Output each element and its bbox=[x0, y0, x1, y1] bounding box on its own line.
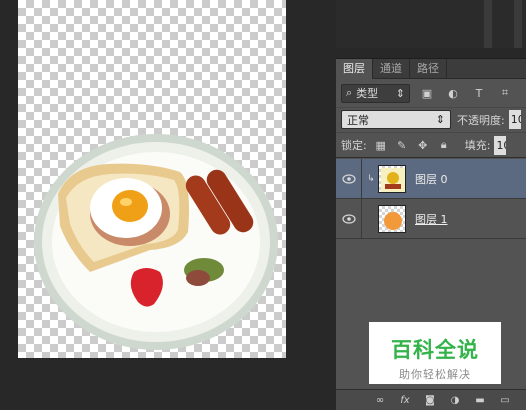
layer-style-fx-icon[interactable]: fx bbox=[397, 393, 413, 409]
layer-name[interactable]: 图层 1 bbox=[415, 211, 448, 227]
top-strip bbox=[336, 0, 526, 48]
tab-layers[interactable]: 图层 bbox=[336, 59, 373, 79]
tab-paths[interactable]: 路径 bbox=[410, 59, 447, 79]
panel-tabs: 图层 通道 路径 bbox=[336, 59, 526, 79]
layer-thumbnail bbox=[378, 164, 406, 193]
search-icon: ⌕ bbox=[346, 86, 353, 99]
layers-bottom-bar: ∞ fx ◙ ◑ ▬ ▭ bbox=[336, 389, 526, 410]
visibility-toggle[interactable] bbox=[336, 198, 362, 239]
opacity-label: 不透明度: bbox=[457, 113, 505, 127]
document-canvas[interactable] bbox=[18, 0, 286, 358]
filter-kind-select[interactable]: ⌕ 类型 ⇕ bbox=[341, 83, 410, 103]
eye-icon bbox=[341, 213, 356, 224]
fill-input[interactable]: 100% bbox=[494, 135, 507, 155]
filter-row: ⌕ 类型 ⇕ ▣ ◐ T ⌗ bbox=[336, 80, 526, 106]
pixel-filter-icon[interactable]: ▣ bbox=[418, 85, 436, 101]
watermark-subtitle: 助你轻松解决 bbox=[399, 368, 471, 381]
lock-label: 锁定: bbox=[341, 139, 367, 152]
blend-mode-select[interactable]: 正常 ⇕ bbox=[341, 110, 451, 129]
add-mask-icon[interactable]: ◙ bbox=[422, 393, 438, 409]
layer-row-layer-0[interactable]: ↳ 图层 0 bbox=[336, 158, 526, 199]
updown-arrows-icon: ⇕ bbox=[435, 113, 445, 126]
canvas-area[interactable] bbox=[0, 0, 336, 410]
eye-icon bbox=[341, 173, 356, 184]
watermark-logo: 百科全说 助你轻松解决 bbox=[369, 322, 501, 384]
fill-label: 填充: bbox=[464, 139, 491, 152]
panel-divider bbox=[514, 0, 522, 48]
blend-row: 正常 ⇕ 不透明度: 100% bbox=[336, 107, 526, 131]
tab-channels[interactable]: 通道 bbox=[373, 59, 410, 79]
lock-all-icon[interactable]: 🔒︎ bbox=[437, 138, 451, 152]
visibility-toggle[interactable] bbox=[336, 158, 362, 199]
link-layers-icon[interactable]: ∞ bbox=[372, 393, 388, 409]
watermark-title: 百科全说 bbox=[391, 338, 479, 362]
breakfast-plate-image bbox=[34, 134, 278, 350]
lock-row: 锁定: ▦ ✎ ✥ 🔒︎ 填充: 100% bbox=[336, 132, 526, 158]
adjustment-layer-icon[interactable]: ◑ bbox=[447, 393, 463, 409]
adjustment-filter-icon[interactable]: ◐ bbox=[444, 85, 462, 101]
lock-move-icon[interactable]: ✥ bbox=[416, 138, 430, 152]
shape-filter-icon[interactable]: ⌗ bbox=[496, 85, 514, 101]
clipping-mask-icon: ↳ bbox=[367, 173, 375, 184]
updown-arrows-icon: ⇕ bbox=[395, 86, 405, 100]
lock-brush-icon[interactable]: ✎ bbox=[395, 138, 409, 152]
layer-row-layer-1[interactable]: 图层 1 bbox=[336, 198, 526, 239]
type-filter-icon[interactable]: T bbox=[470, 85, 488, 101]
opacity-input[interactable]: 100% bbox=[508, 110, 521, 129]
lock-transparency-icon[interactable]: ▦ bbox=[374, 138, 388, 152]
panel-divider bbox=[484, 0, 492, 48]
new-layer-icon[interactable]: ▭ bbox=[497, 393, 513, 409]
blend-mode-value: 正常 bbox=[347, 113, 369, 127]
filter-kind-label: 类型 bbox=[356, 87, 379, 100]
layer-thumbnail bbox=[378, 204, 406, 233]
layer-name[interactable]: 图层 0 bbox=[415, 171, 448, 187]
new-group-icon[interactable]: ▬ bbox=[472, 393, 488, 409]
